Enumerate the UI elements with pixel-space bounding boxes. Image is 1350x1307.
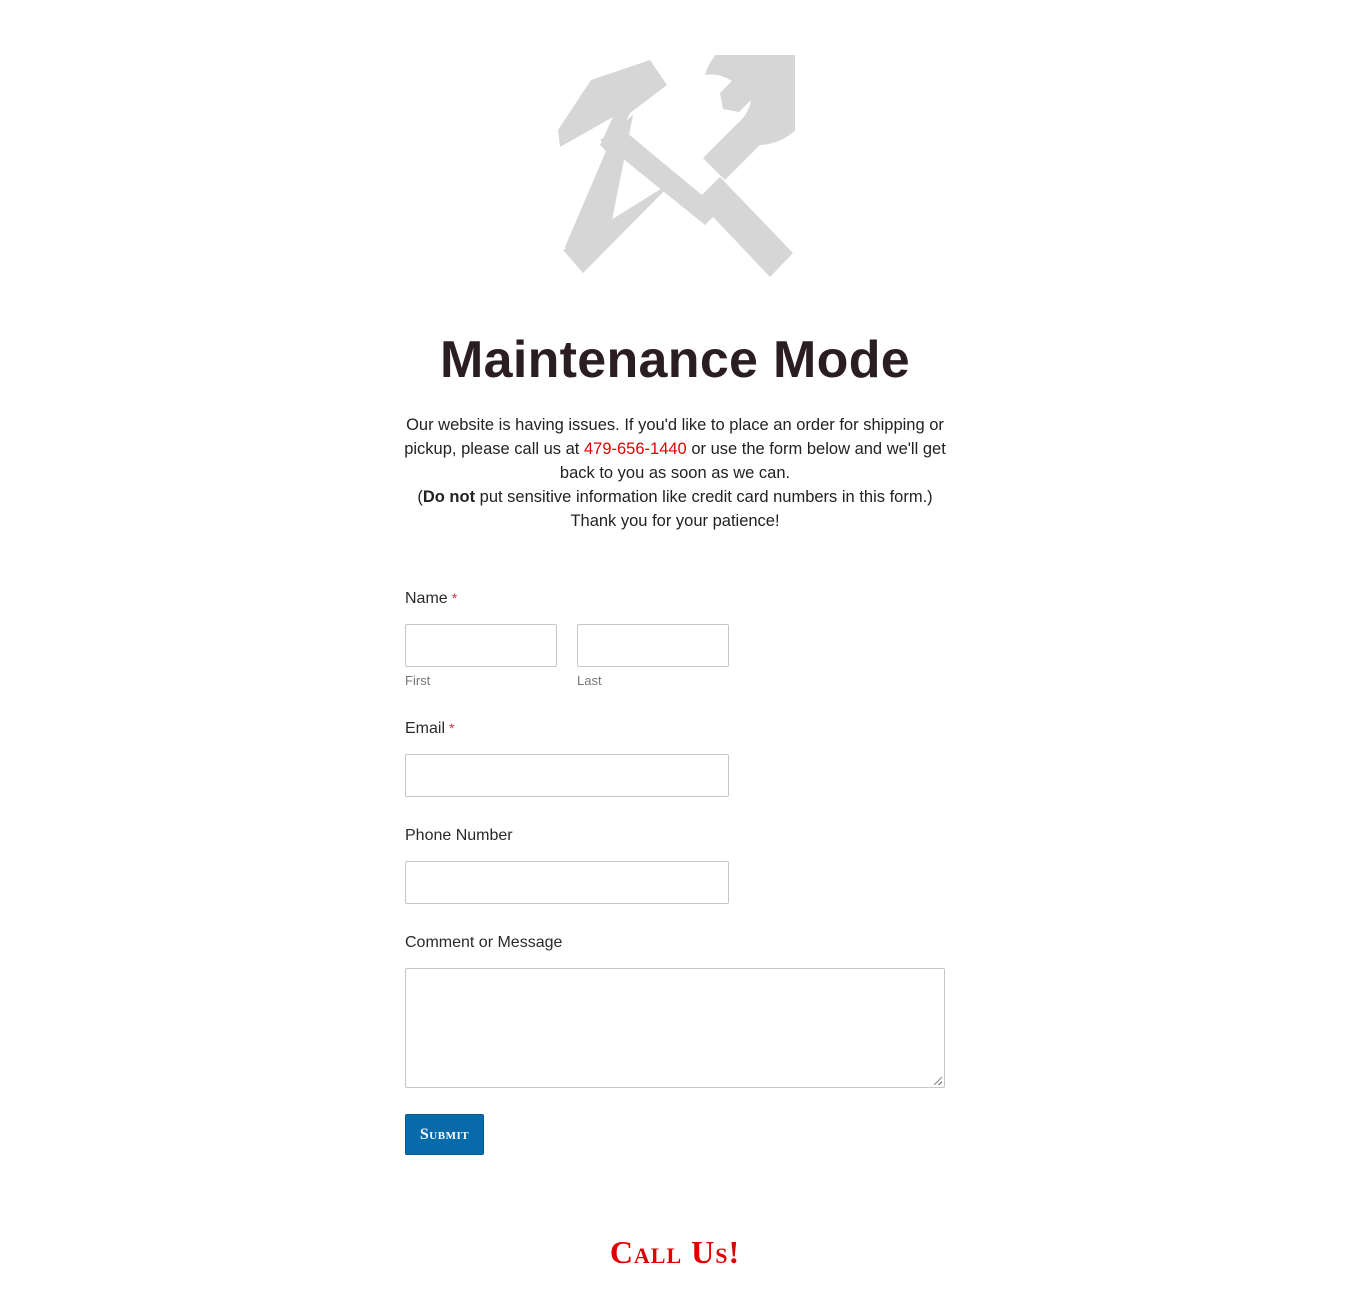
- name-field-group: Name * First Last: [405, 590, 950, 688]
- intro-paragraph: Our website is having issues. If you'd l…: [400, 413, 950, 485]
- intro-text: Our website is having issues. If you'd l…: [400, 413, 950, 533]
- first-name-col: First: [405, 624, 557, 688]
- warning-text: (Do not put sensitive information like c…: [400, 485, 950, 509]
- hammer-and-wrench-icon: [558, 55, 795, 277]
- phone-field-group: Phone Number: [405, 827, 729, 904]
- email-label-text: Email: [405, 720, 446, 737]
- comment-textarea[interactable]: [405, 968, 945, 1088]
- name-label: Name *: [405, 590, 950, 608]
- last-name-sublabel: Last: [577, 673, 602, 688]
- submit-button[interactable]: Submit: [405, 1114, 484, 1155]
- call-us-heading[interactable]: Call Us!: [0, 1234, 1350, 1271]
- email-field-group: Email *: [405, 720, 729, 797]
- last-name-col: Last: [577, 624, 729, 688]
- thanks-text: Thank you for your patience!: [570, 512, 780, 530]
- phone-input[interactable]: [405, 861, 729, 904]
- warning-bold: Do not: [422, 488, 476, 506]
- first-name-input[interactable]: [405, 624, 557, 667]
- name-row: First Last: [405, 624, 950, 688]
- required-mark: *: [449, 720, 455, 736]
- phone-label: Phone Number: [405, 827, 513, 844]
- warning-rest: put sensitive information like credit ca…: [475, 488, 933, 506]
- first-name-sublabel: First: [405, 673, 431, 688]
- required-mark: *: [451, 590, 458, 606]
- contact-form: Name * First Last Email * Phone Number Com…: [405, 590, 950, 1155]
- comment-field-group: Comment or Message: [405, 934, 945, 1088]
- resize-handle-icon[interactable]: [934, 1077, 942, 1085]
- comment-label: Comment or Message: [405, 934, 563, 951]
- email-label: Email *: [405, 720, 729, 738]
- name-label-text: Name: [405, 590, 448, 607]
- email-input[interactable]: [405, 754, 729, 797]
- page-title: Maintenance Mode: [440, 331, 910, 389]
- last-name-input[interactable]: [577, 624, 729, 667]
- phone-link[interactable]: 479-656-1440: [584, 440, 687, 458]
